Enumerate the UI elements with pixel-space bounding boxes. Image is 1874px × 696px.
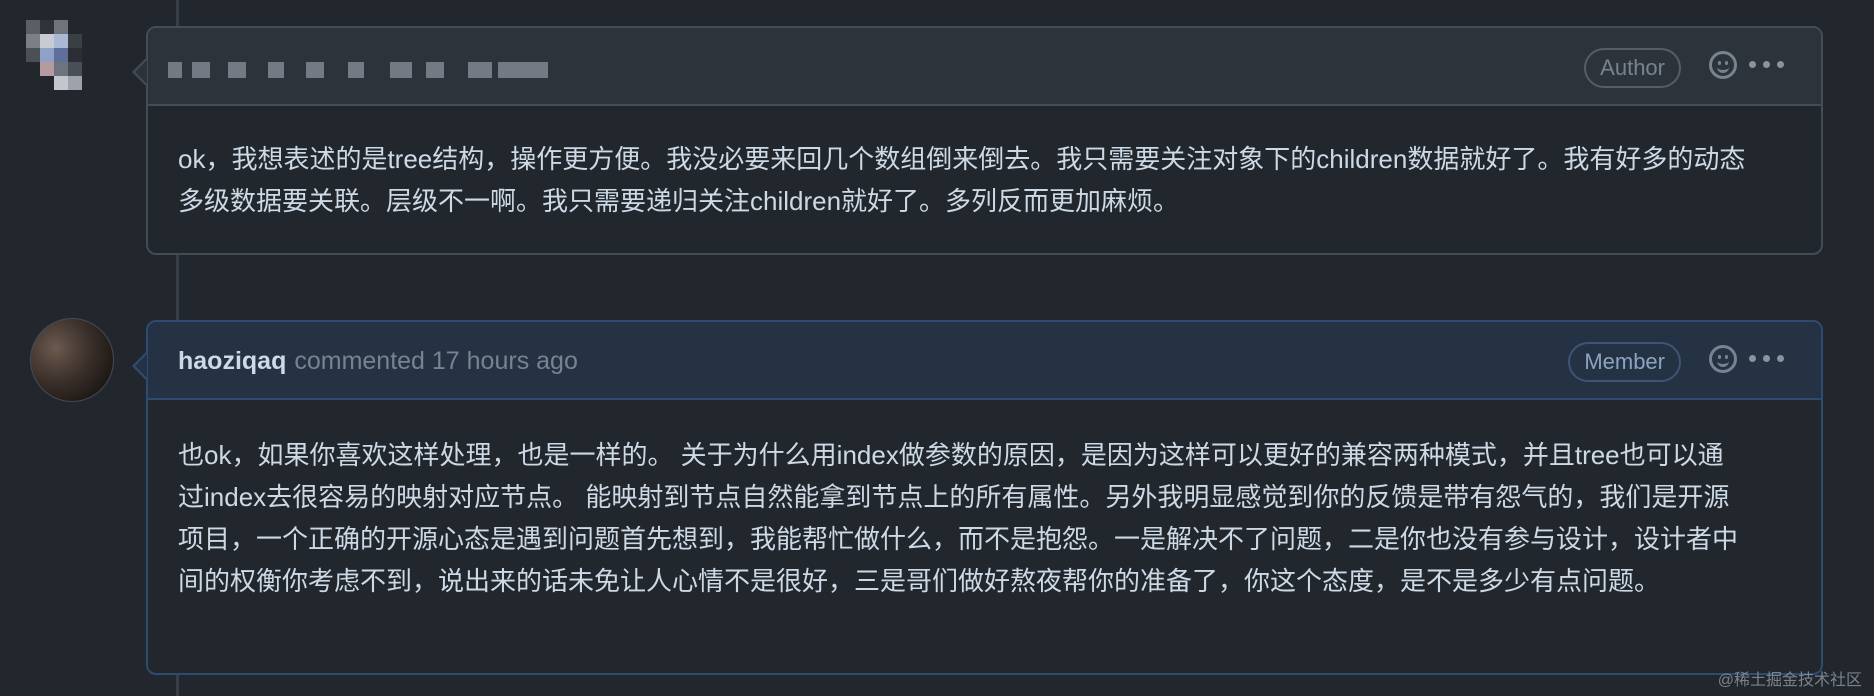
comment-header: haoziqaq commented 17 hours ago Member [132, 322, 1821, 400]
issue-timeline: Author ok，我想表述的是tree结构，操作更方便。我没必要来回几个数组倒… [0, 0, 1874, 696]
kebab-horizontal-icon[interactable] [1749, 354, 1785, 364]
comment-card: haoziqaq commented 17 hours ago Member 也o… [132, 320, 1823, 675]
avatar[interactable] [30, 318, 114, 402]
avatar-redacted[interactable] [26, 20, 110, 104]
comment-timestamp[interactable]: commented 17 hours ago [294, 347, 578, 375]
kebab-horizontal-icon[interactable] [1749, 60, 1785, 70]
comment-card: Author ok，我想表述的是tree结构，操作更方便。我没必要来回几个数组倒… [132, 26, 1823, 255]
member-badge: Member [1568, 342, 1681, 382]
comment-body: 也ok，如果你喜欢这样处理，也是一样的。 关于为什么用index做参数的原因，是… [178, 440, 1739, 596]
comment-caret [132, 58, 147, 86]
comment-author-line: haoziqaq commented 17 hours ago [178, 344, 578, 378]
smiley-icon[interactable] [1709, 51, 1737, 79]
comment-body: ok，我想表述的是tree结构，操作更方便。我没必要来回几个数组倒来倒去。我只需… [178, 144, 1746, 216]
comment-caret [132, 352, 147, 380]
author-login[interactable]: haoziqaq [178, 347, 286, 375]
smiley-icon[interactable] [1709, 345, 1737, 373]
comment-header: Author [132, 28, 1821, 106]
author-badge: Author [1584, 48, 1681, 88]
watermark: @稀土掘金技术社区 [1717, 672, 1862, 689]
